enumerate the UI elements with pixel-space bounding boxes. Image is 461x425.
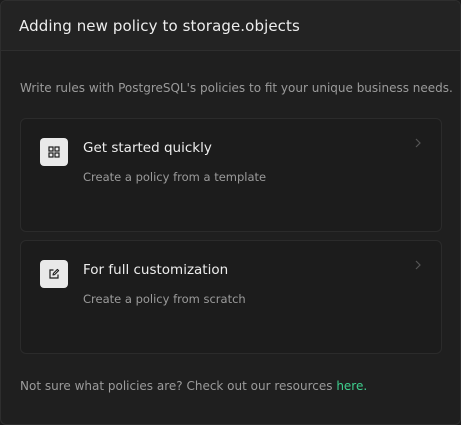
modal-title: Adding new policy to storage.objects [19, 16, 300, 35]
modal-description: Write rules with PostgreSQL's policies t… [20, 81, 453, 95]
edit-icon [40, 260, 68, 288]
card-subtitle: Create a policy from a template [83, 170, 267, 184]
resources-link[interactable]: here. [336, 379, 367, 393]
footer-text: Not sure what policies are? Check out ou… [20, 379, 337, 393]
card-title: Get started quickly [83, 140, 212, 156]
policy-modal: Adding new policy to storage.objects Wri… [0, 0, 461, 425]
template-policy-card[interactable]: Get started quickly Create a policy from… [20, 118, 442, 232]
modal-header: Adding new policy to storage.objects [1, 1, 460, 51]
grid-icon [40, 138, 68, 166]
chevron-right-icon [415, 138, 421, 148]
card-subtitle: Create a policy from scratch [83, 292, 246, 306]
card-title: For full customization [83, 262, 229, 278]
custom-policy-card[interactable]: For full customization Create a policy f… [20, 240, 442, 354]
chevron-right-icon [415, 260, 421, 270]
footer-help-text: Not sure what policies are? Check out ou… [20, 379, 367, 393]
